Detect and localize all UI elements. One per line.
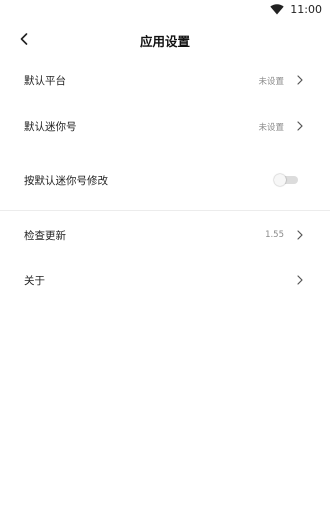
setting-label: 按默认迷你号修改	[24, 175, 108, 187]
setting-label: 默认平台	[24, 75, 66, 87]
setting-value: 未设置	[258, 77, 284, 87]
edit-by-mini-id-toggle[interactable]	[274, 174, 298, 186]
setting-label: 默认迷你号	[24, 121, 77, 133]
setting-about[interactable]: 关于	[0, 260, 330, 300]
chevron-right-icon	[297, 230, 303, 240]
page-title: 应用设置	[139, 34, 190, 49]
setting-default-mini-id[interactable]: 默认迷你号 未设置	[0, 106, 330, 146]
chevron-right-icon	[297, 121, 303, 131]
status-right: 11:00	[270, 3, 322, 16]
setting-label: 检查更新	[24, 230, 66, 242]
chevron-right-icon	[297, 75, 303, 85]
status-time: 11:00	[290, 3, 322, 16]
status-bar: 11:00	[0, 0, 330, 22]
version-value: 1.55	[265, 230, 284, 240]
setting-check-update[interactable]: 检查更新 1.55	[0, 215, 330, 255]
chevron-right-icon	[297, 275, 303, 285]
header: 应用设置	[0, 22, 330, 56]
wifi-icon	[270, 4, 284, 15]
setting-default-platform[interactable]: 默认平台 未设置	[0, 60, 330, 100]
section-divider	[0, 210, 330, 211]
setting-value: 未设置	[258, 123, 284, 133]
setting-label: 关于	[24, 275, 45, 287]
setting-edit-by-default-mini-id: 按默认迷你号修改	[0, 160, 330, 200]
toggle-thumb	[274, 174, 286, 186]
